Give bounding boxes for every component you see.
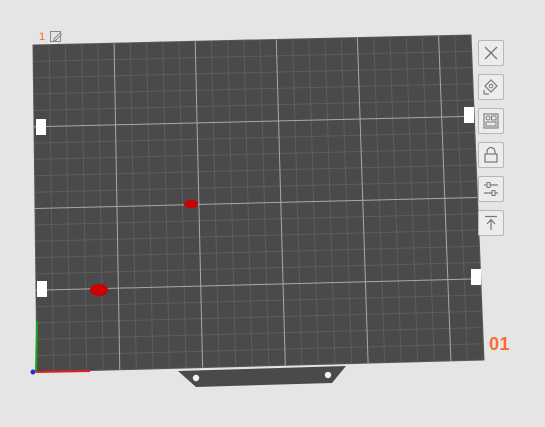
auto-orient-icon <box>483 79 498 95</box>
plate-clip-left-bottom <box>37 281 47 297</box>
plate-tab <box>178 366 346 387</box>
close-icon <box>484 46 498 60</box>
plate-header: 1 <box>39 30 63 44</box>
x-axis <box>35 370 91 373</box>
plate-index: 1 <box>39 31 46 43</box>
lock-icon <box>484 146 498 163</box>
plate-clip-left-top <box>36 119 46 135</box>
small-red-object[interactable] <box>184 200 198 208</box>
move-to-top-icon <box>485 215 497 230</box>
remove-plate-button[interactable] <box>478 40 504 66</box>
arrange-icon <box>483 113 499 129</box>
y-axis <box>35 320 38 373</box>
arrange-button[interactable] <box>478 108 504 134</box>
axis-origin <box>30 369 36 375</box>
plate-toolbar <box>478 40 504 236</box>
plate-settings-icon <box>484 182 498 196</box>
plate-clip-right-bottom <box>471 269 481 285</box>
plate-clip-right-top <box>464 107 474 123</box>
move-to-top-button[interactable] <box>478 210 504 236</box>
plate-settings-button[interactable] <box>478 176 504 202</box>
plate-name-label: 01 <box>489 334 511 354</box>
red-object[interactable] <box>90 284 108 296</box>
plate-tab-hole-right <box>324 371 332 379</box>
3d-viewport[interactable]: 1 01 <box>0 0 545 427</box>
auto-orient-button[interactable] <box>478 74 504 100</box>
edit-plate-name-icon[interactable] <box>49 30 63 44</box>
build-plate-scene[interactable] <box>0 0 545 427</box>
plate-tab-hole-left <box>192 374 200 382</box>
lock-plate-button[interactable] <box>478 142 504 168</box>
